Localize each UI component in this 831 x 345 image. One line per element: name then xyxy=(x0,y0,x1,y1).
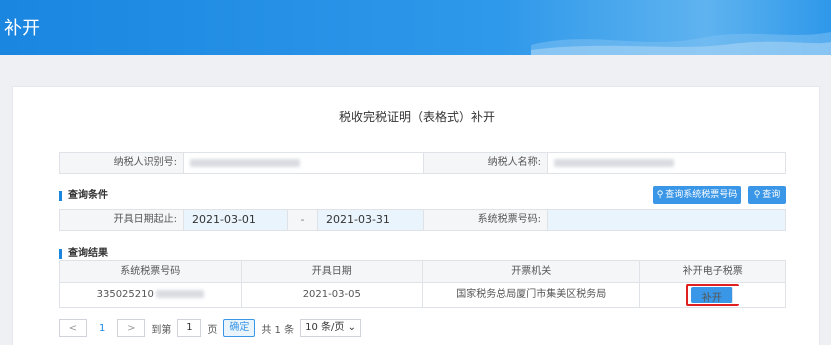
query-system-ticket-label: 查询系统税票号码 xyxy=(665,190,738,200)
header-title: 补开 xyxy=(4,18,40,39)
query-section-title: 查询条件 xyxy=(59,191,108,201)
date-range-separator: - xyxy=(288,210,318,230)
highlight-box xyxy=(686,284,740,306)
ticket-no-text: 335025210 xyxy=(96,289,154,300)
next-page-button[interactable]: > xyxy=(117,319,146,337)
date-to-input[interactable]: 2021-03-31 xyxy=(318,210,424,230)
header-wave-decoration xyxy=(531,32,831,55)
results-table: 系统税票号码 开具日期 开票机关 补开电子税票 335025210 2021-0… xyxy=(59,260,786,308)
page-size-select[interactable]: 10 条/页 ⌄ xyxy=(300,319,361,337)
redacted-ticket-suffix xyxy=(155,290,204,298)
taxpayer-name-label: 纳税人名称: xyxy=(424,153,548,173)
system-ticket-input[interactable] xyxy=(548,210,785,230)
search-icon: ⚲ xyxy=(753,190,761,200)
date-range-label: 开具日期起止: xyxy=(60,210,184,230)
page-number[interactable]: 1 xyxy=(99,323,105,334)
taxpayer-name-value xyxy=(548,153,785,173)
date-from-input[interactable]: 2021-03-01 xyxy=(184,210,288,230)
table-row: 335025210 2021-03-05 国家税务总局厦门市集美区税务局 补开 xyxy=(60,283,785,307)
query-system-ticket-button[interactable]: ⚲ 查询系统税票号码 xyxy=(653,186,741,204)
goto-confirm-button[interactable]: 确定 xyxy=(223,319,256,337)
results-table-header: 系统税票号码 开具日期 开票机关 补开电子税票 xyxy=(60,261,785,283)
column-header-date: 开具日期 xyxy=(242,261,423,282)
cell-reissue: 补开 xyxy=(640,283,785,307)
query-button[interactable]: ⚲ 查询 xyxy=(748,186,786,204)
column-header-ticket-no: 系统税票号码 xyxy=(60,261,242,282)
taxpayer-id-value xyxy=(184,153,424,173)
page-unit-label: 页 xyxy=(207,324,218,336)
cell-ticket-no: 335025210 xyxy=(60,283,242,307)
app-header: 补开 xyxy=(0,0,831,55)
pagination: < 1 > 到第 1 页 确定 共 1 条 10 条/页 ⌄ xyxy=(59,319,361,337)
column-header-authority: 开票机关 xyxy=(423,261,641,282)
search-icon: ⚲ xyxy=(656,190,664,200)
prev-page-button[interactable]: < xyxy=(59,319,87,337)
query-conditions-row: 开具日期起止: 2021-03-01 - 2021-03-31 系统税票号码: xyxy=(59,209,786,231)
goto-label: 到第 xyxy=(151,324,172,336)
chevron-down-icon: ⌄ xyxy=(347,322,356,333)
column-header-reissue: 补开电子税票 xyxy=(682,266,743,277)
page-title: 税收完税证明（表格式）补开 xyxy=(338,110,495,124)
total-count: 共 1 条 xyxy=(261,324,295,336)
redacted-taxpayer-id xyxy=(190,159,300,167)
taxpayer-id-label: 纳税人识别号: xyxy=(60,153,184,173)
cell-authority: 国家税务总局厦门市集美区税务局 xyxy=(423,283,641,307)
query-button-label: 查询 xyxy=(762,190,781,200)
redacted-taxpayer-name xyxy=(554,159,674,167)
cell-date: 2021-03-05 xyxy=(242,283,423,307)
taxpayer-info-row: 纳税人识别号: 纳税人名称: xyxy=(59,152,786,174)
results-section-title: 查询结果 xyxy=(59,249,108,259)
page-size-value: 10 条/页 xyxy=(305,322,345,333)
goto-page-input[interactable]: 1 xyxy=(177,319,202,337)
main-card: 税收完税证明（表格式）补开 纳税人识别号: 纳税人名称: 查询条件 ⚲ 查询系统税… xyxy=(12,86,820,345)
system-ticket-label: 系统税票号码: xyxy=(424,210,548,230)
